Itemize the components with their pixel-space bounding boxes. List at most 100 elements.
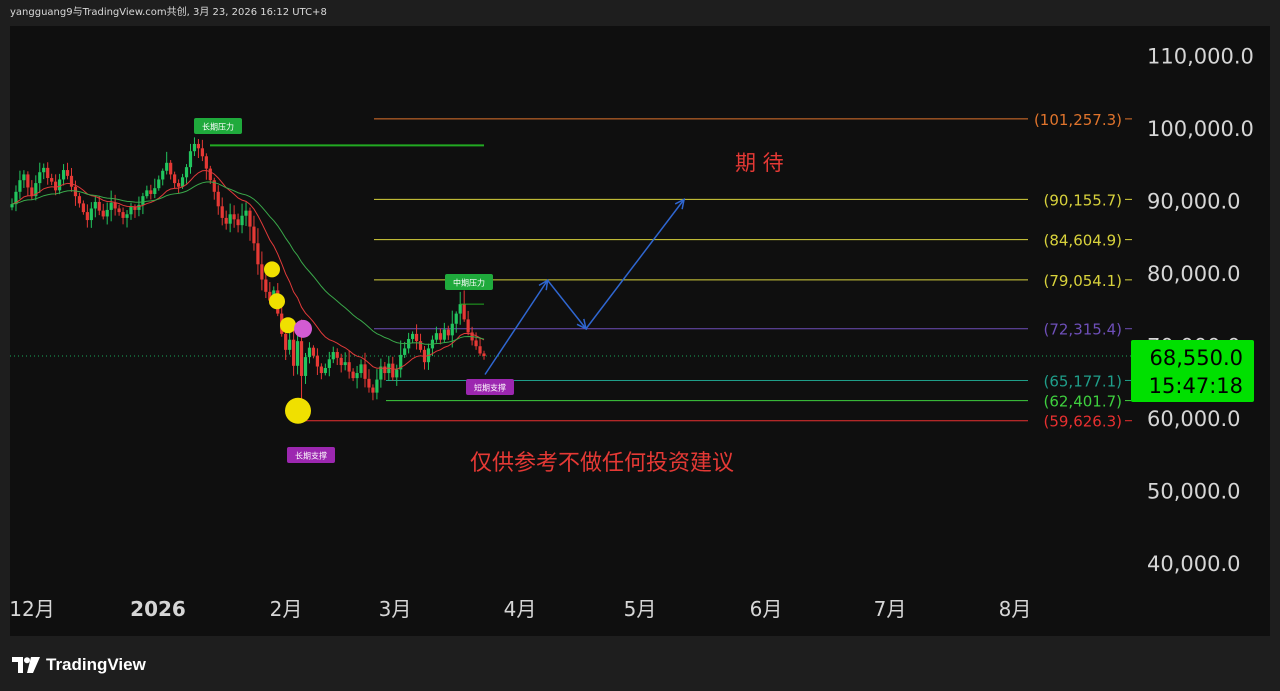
candle-body [450, 323, 454, 336]
long-support-label: 长期支撑 [295, 451, 327, 461]
candle-body [89, 208, 93, 221]
candle-body [165, 162, 169, 171]
candle-body [38, 172, 42, 184]
candle-body [61, 170, 66, 180]
signal-marker [269, 293, 285, 310]
candle-body [347, 362, 351, 372]
candle-body [157, 179, 161, 189]
candle-body [93, 201, 97, 209]
candle-body [176, 183, 181, 187]
candle-body [462, 304, 466, 320]
candle-body [188, 151, 193, 168]
candle-body [414, 333, 419, 342]
candle-body [478, 346, 482, 354]
signal-marker [285, 397, 311, 424]
tradingview-logo[interactable]: TradingView [12, 654, 146, 676]
candle-body [299, 341, 304, 376]
candle-body [359, 364, 363, 374]
y-tick-label: 90,000.0 [1147, 190, 1241, 214]
candle-body [81, 203, 85, 213]
candle-body [105, 209, 109, 217]
candle-body [85, 212, 89, 221]
candle-body [153, 188, 157, 194]
candle-body [454, 313, 458, 324]
x-tick-label: 12月 [10, 597, 55, 621]
candle-body [482, 353, 486, 357]
x-tick-label: 7月 [874, 597, 907, 621]
candle-body [18, 180, 22, 192]
candle-body [319, 366, 323, 374]
candle-body [173, 174, 177, 184]
candle-body [169, 162, 173, 175]
candle-body [236, 219, 240, 226]
candle-body [161, 170, 165, 180]
short-support-label: 短期支撑 [474, 383, 506, 393]
candle-body [113, 202, 117, 209]
brand-label: TradingView [46, 655, 146, 674]
countdown-label: 15:47:18 [1149, 374, 1243, 398]
candle-body [260, 264, 264, 280]
candle-body [57, 179, 62, 191]
candle-body [442, 329, 446, 340]
candle-body [335, 352, 339, 358]
candle-body [54, 181, 58, 191]
candle-body [383, 366, 387, 374]
level-label: (90,155.7) [1043, 191, 1122, 209]
candle-body [149, 190, 153, 194]
chart-area[interactable]: (101,257.3) (90,155.7) (84,604.9) (79,054.1… [10, 26, 1270, 636]
candle-body [315, 355, 320, 367]
level-label: (101,257.3) [1034, 111, 1122, 129]
level-label: (65,177.1) [1043, 372, 1122, 390]
level-label: (62,401.7) [1043, 393, 1122, 411]
signal-marker [264, 261, 280, 278]
y-tick-label: 60,000.0 [1147, 407, 1241, 431]
candle-body [327, 359, 331, 368]
mid-resistance-label: 中期压力 [453, 278, 485, 288]
candle-body [307, 347, 312, 358]
current-price-label: 68,550.0 [1149, 346, 1243, 370]
candle-body [50, 178, 54, 182]
candle-body [240, 215, 244, 226]
candle-body [204, 156, 208, 169]
candle-body [208, 168, 212, 181]
candle-body [343, 362, 347, 366]
x-tick-label: 8月 [999, 597, 1032, 621]
y-tick-label: 110,000.0 [1147, 45, 1254, 69]
price-chart[interactable]: (101,257.3) (90,155.7) (84,604.9) (79,054.1… [10, 26, 1270, 636]
candle-body [458, 304, 462, 314]
candle-body [133, 207, 137, 210]
y-tick-label: 100,000.0 [1147, 117, 1254, 141]
x-tick-label: 5月 [624, 597, 657, 621]
candle-body [141, 196, 145, 205]
candle-body [339, 357, 343, 366]
candle-body [355, 373, 359, 379]
candle-body [180, 177, 185, 187]
expectation-label: 期 待 [735, 151, 784, 175]
disclaimer-label: 仅供参考不做任何投资建议 [470, 451, 734, 476]
x-tick-label: 2月 [270, 597, 303, 621]
candle-body [184, 167, 189, 178]
candle-body [367, 378, 371, 388]
candle-body [331, 352, 335, 360]
candle-body [10, 204, 14, 208]
candle-body [418, 341, 423, 350]
candle-body [371, 387, 375, 393]
candle-body [256, 243, 260, 265]
candle-body [303, 357, 308, 376]
candle-body [129, 207, 133, 215]
signal-marker [280, 317, 296, 334]
candle-body [363, 364, 367, 379]
y-tick-label: 80,000.0 [1147, 262, 1241, 286]
footer: TradingView [0, 636, 1280, 691]
candle-body [351, 371, 355, 379]
candle-body [121, 212, 125, 218]
candle-body [196, 143, 201, 149]
candle-body [244, 210, 248, 216]
candle-body [446, 329, 450, 336]
candle-body [145, 190, 149, 197]
candle-body [101, 210, 105, 217]
level-label: (72,315.4) [1043, 321, 1122, 339]
signal-marker-magenta [294, 319, 312, 338]
candle-body [474, 340, 478, 347]
long-resistance-label: 长期压力 [202, 122, 234, 132]
